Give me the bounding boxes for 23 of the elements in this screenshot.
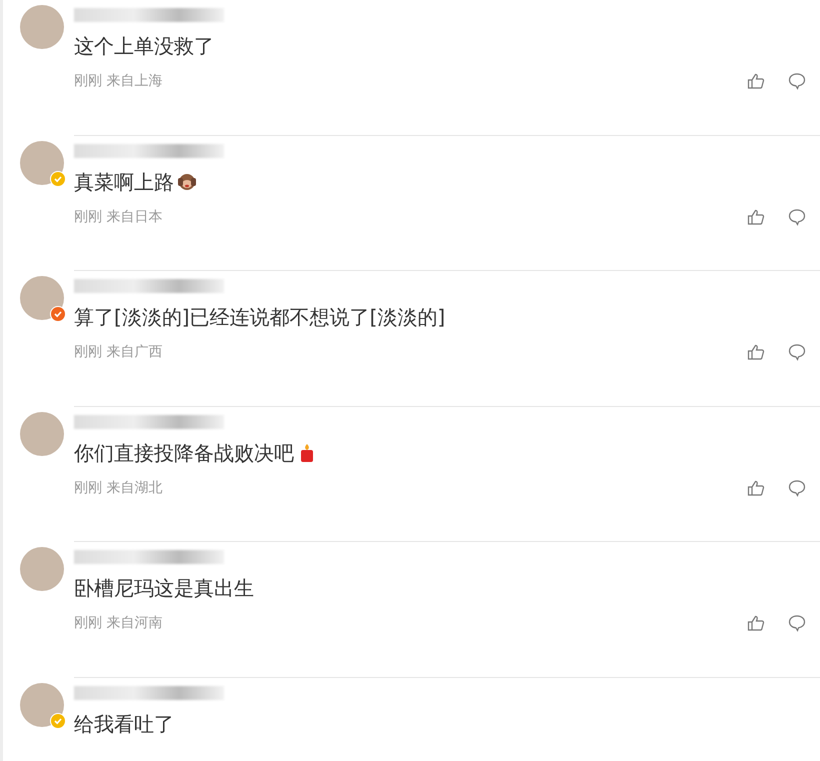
- comment-text: 这个上单没救了: [74, 33, 214, 60]
- like-icon[interactable]: [747, 72, 765, 90]
- comment-icon[interactable]: [788, 478, 806, 496]
- comment-meta: 刚刚 来自日本: [74, 208, 162, 226]
- comment-icon[interactable]: [788, 72, 806, 90]
- comment-text: 给我看吐了: [74, 710, 174, 738]
- comment-icon[interactable]: [788, 614, 806, 632]
- comment-text: 真菜啊上路: [74, 168, 174, 196]
- monkey-emoji-icon: [177, 172, 197, 192]
- comment-text: 你们直接投降备战败决吧: [74, 440, 294, 466]
- like-icon[interactable]: [747, 343, 765, 361]
- comment-icon[interactable]: [788, 208, 806, 226]
- comment-meta: 刚刚 来自河南: [74, 614, 162, 632]
- comment-meta: 刚刚 来自上海: [74, 72, 162, 90]
- avatar-photo-placeholder[interactable]: [20, 276, 64, 320]
- comment-meta: 刚刚 来自广西: [74, 343, 162, 361]
- like-icon[interactable]: [747, 614, 765, 632]
- comment-icon[interactable]: [788, 343, 806, 361]
- comment-text: 算了[淡淡的]已经连说都不想说了[淡淡的]: [74, 304, 446, 331]
- comment-meta: 刚刚 来自湖北: [74, 478, 162, 496]
- like-icon[interactable]: [747, 208, 765, 226]
- comment-text: 卧槽尼玛这是真出生: [74, 575, 254, 602]
- like-icon[interactable]: [747, 478, 765, 496]
